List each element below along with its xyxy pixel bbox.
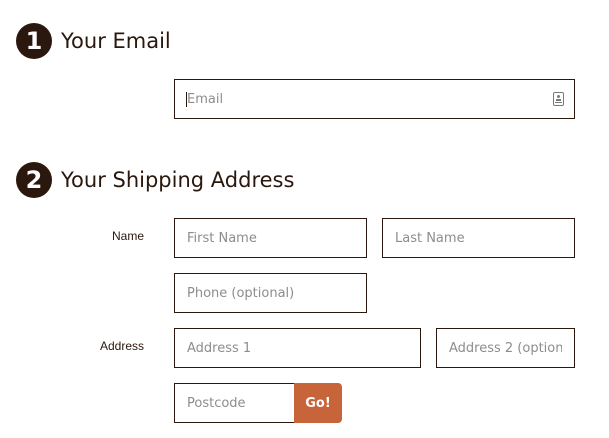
email-section-title: Your Email	[61, 29, 171, 53]
first-name-field[interactable]	[174, 218, 367, 258]
step-1-badge: 1	[16, 23, 52, 59]
text-caret	[186, 92, 187, 107]
address-label: Address	[99, 339, 144, 353]
name-label: Name	[111, 229, 144, 243]
shipping-section-title: Your Shipping Address	[61, 168, 295, 192]
phone-field[interactable]	[174, 273, 367, 313]
step-2-badge: 2	[16, 162, 52, 198]
postcode-field[interactable]	[174, 383, 296, 423]
address-1-field[interactable]	[174, 328, 421, 368]
last-name-field[interactable]	[382, 218, 575, 258]
email-field[interactable]	[174, 79, 575, 119]
contact-card-icon[interactable]	[553, 92, 564, 106]
postcode-lookup-button[interactable]: Go!	[294, 383, 342, 423]
address-2-field[interactable]	[436, 328, 575, 368]
